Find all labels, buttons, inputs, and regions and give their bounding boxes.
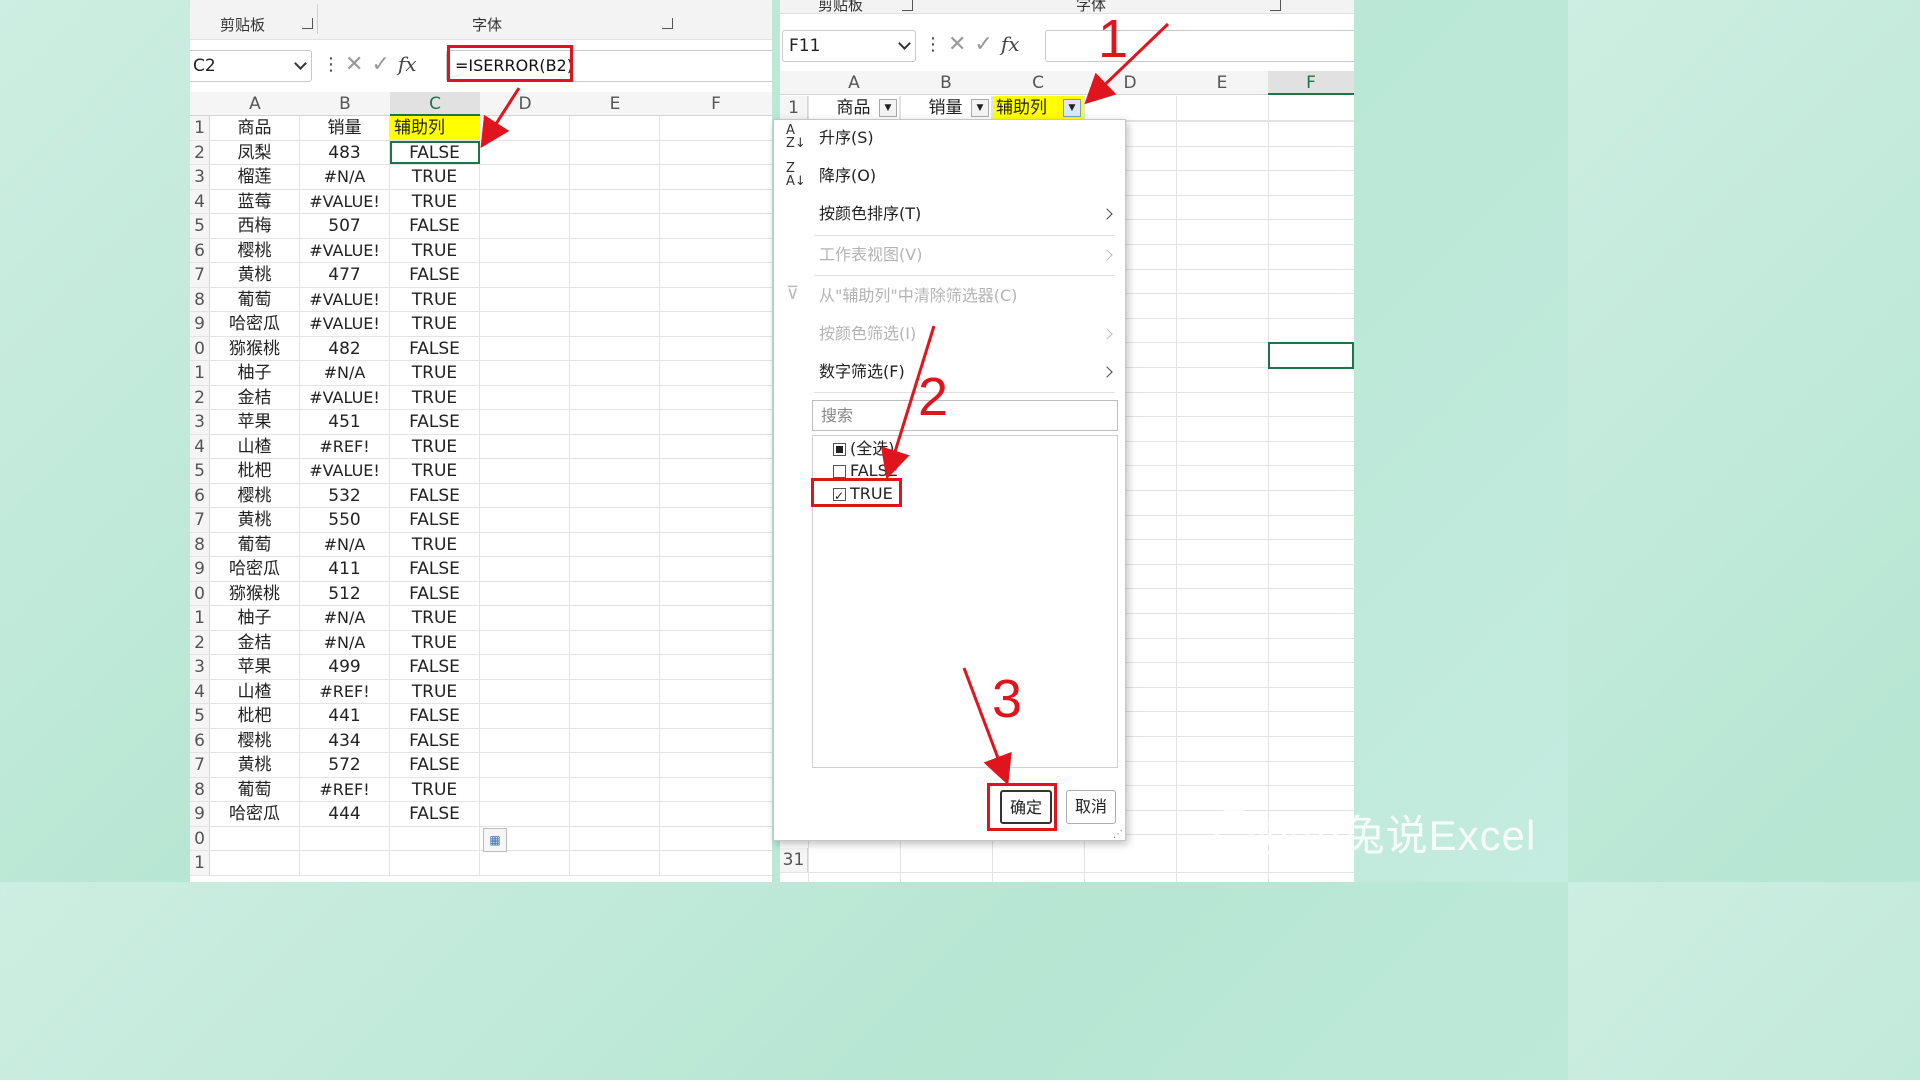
watermark-logo-icon [1214,808,1254,848]
arrow-to-c2 [480,87,521,149]
step-number-3: 3 [992,669,1023,729]
watermark-text: @小兔说Excel [1256,812,1537,859]
annotation-arrows [480,22,1170,786]
step-number-1: 1 [1098,9,1129,69]
step-number-2: 2 [918,367,949,427]
